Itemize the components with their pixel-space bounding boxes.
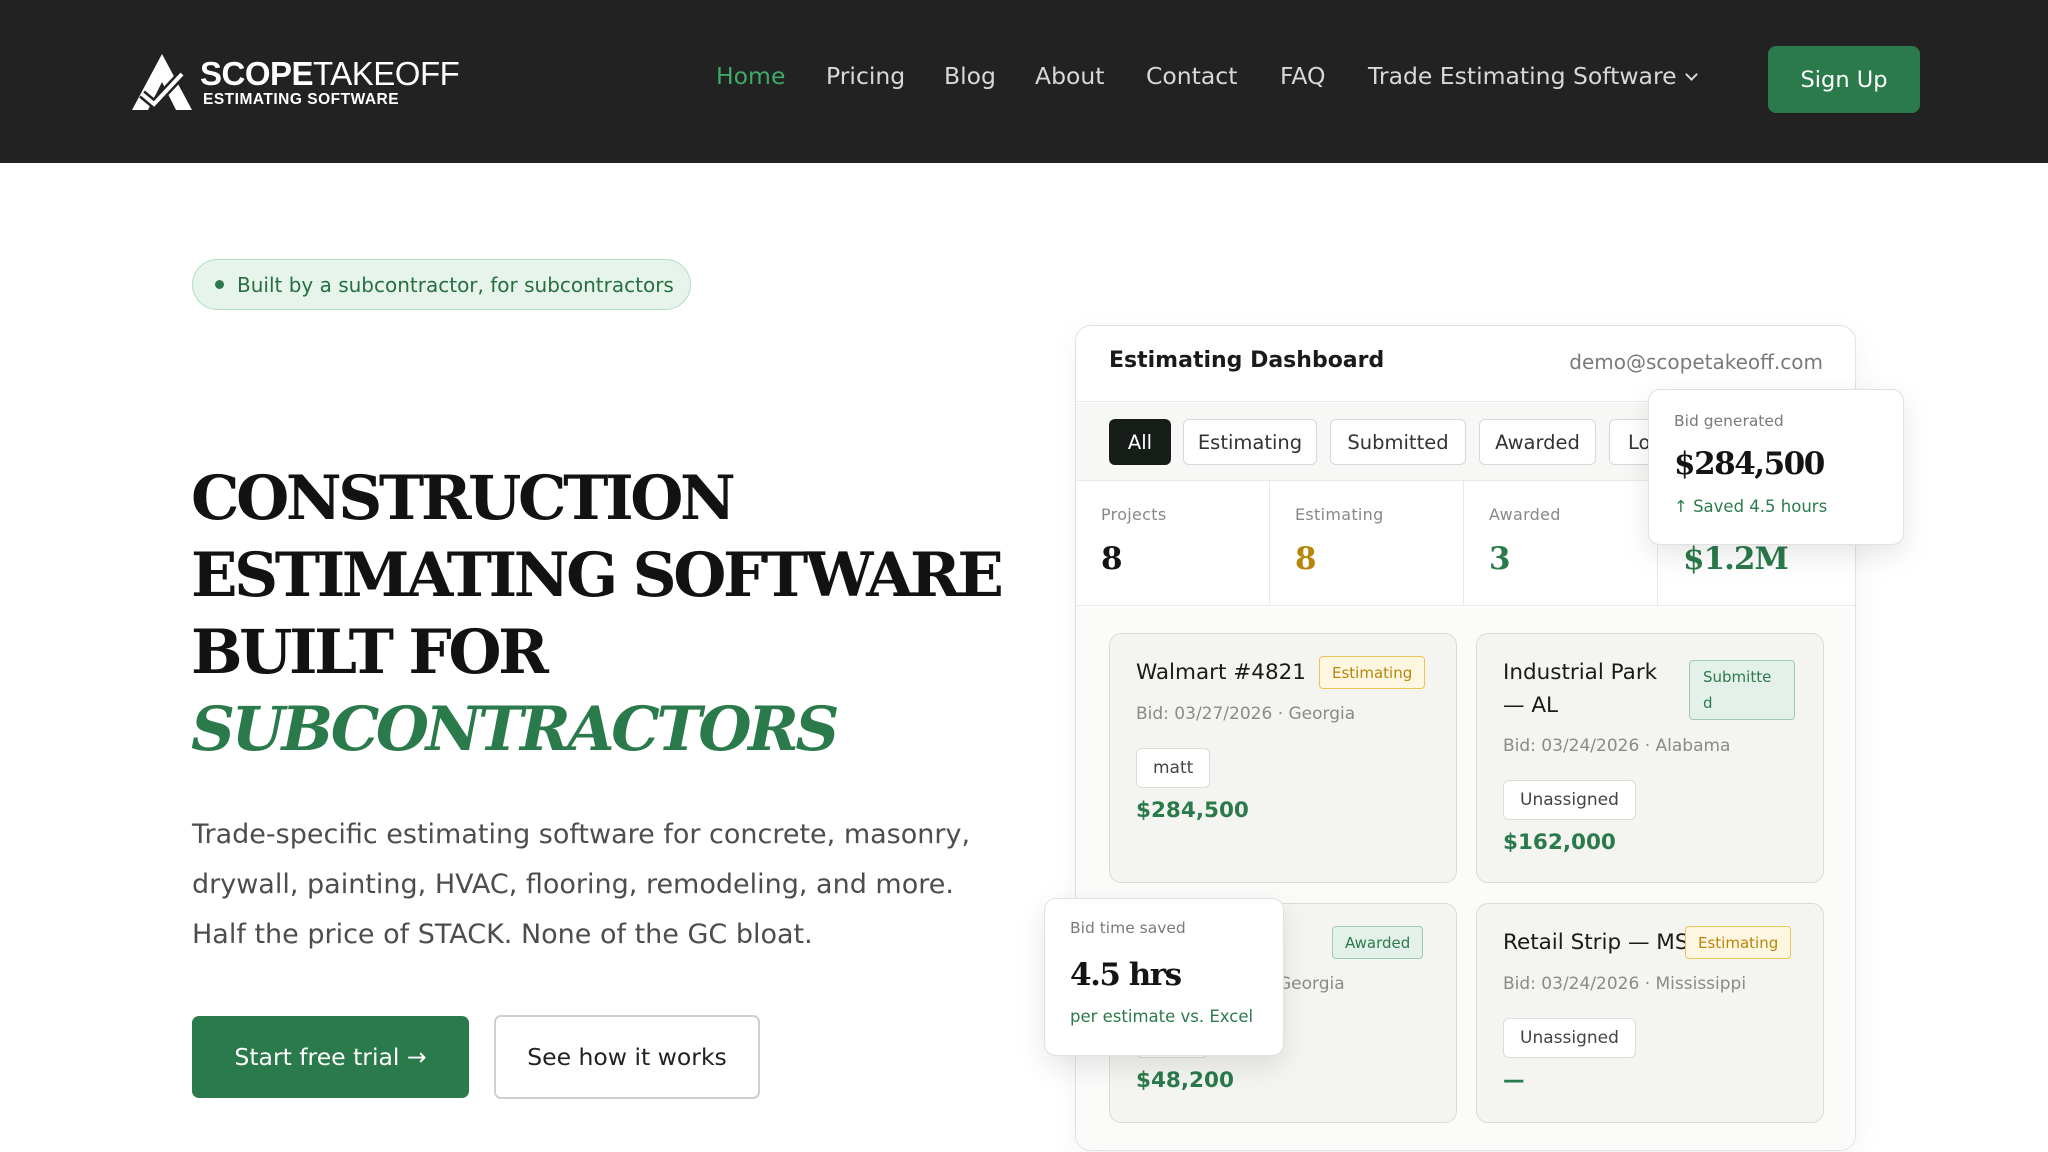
logo-word-light: TAKEOFF	[313, 54, 460, 92]
assignee-chip[interactable]: Unassigned	[1503, 1018, 1636, 1058]
stat-label: Projects	[1101, 505, 1167, 524]
dashboard-title: Estimating Dashboard	[1109, 348, 1385, 373]
project-meta: Bid: 03/24/2026 · Mississippi	[1503, 974, 1747, 994]
project-meta: Bid: 03/24/2026 · Alabama	[1503, 736, 1731, 756]
tab-awarded[interactable]: Awarded	[1479, 419, 1596, 465]
nav-link-home[interactable]: Home	[716, 62, 785, 90]
stat-value: 8	[1295, 541, 1317, 577]
nav-link-pricing[interactable]: Pricing	[826, 62, 905, 90]
nav-link-faq[interactable]: FAQ	[1280, 62, 1326, 90]
project-amount: —	[1503, 1068, 1525, 1093]
project-name: Retail Strip — MS	[1503, 930, 1689, 955]
tagline-pill: Built by a subcontractor, for subcontrac…	[192, 259, 691, 310]
nav-link-blog[interactable]: Blog	[944, 62, 996, 90]
tooltip-note: ↑ Saved 4.5 hours	[1674, 497, 1828, 516]
project-amount: $284,500	[1136, 798, 1249, 823]
headline-line-3: BUILT FOR	[191, 617, 549, 688]
hero-headline: CONSTRUCTION ESTIMATING SOFTWARE BUILT F…	[191, 460, 1004, 768]
project-grid: Walmart #4821 Estimating Bid: 03/27/2026…	[1076, 607, 1855, 1150]
subcopy-line: Trade-specific estimating software for c…	[192, 819, 971, 850]
project-name: Walmart #4821	[1136, 660, 1306, 685]
project-amount: $48,200	[1136, 1068, 1234, 1093]
tooltip-label: Bid time saved	[1070, 919, 1186, 937]
logo[interactable]: SCOPETAKEOFF ESTIMATING SOFTWARE	[128, 50, 460, 114]
tab-estimating[interactable]: Estimating	[1183, 419, 1317, 465]
dashboard-email: demo@scopetakeoff.com	[1569, 350, 1823, 374]
status-badge: Estimating	[1319, 656, 1426, 689]
chevron-down-icon	[1684, 68, 1698, 81]
logo-tagline: ESTIMATING SOFTWARE	[203, 90, 400, 108]
stat-value: $1.2M	[1683, 541, 1789, 577]
subcopy-line: drywall, painting, HVAC, flooring, remod…	[192, 869, 954, 900]
stat-projects: Projects 8	[1076, 481, 1270, 606]
nav-link-about[interactable]: About	[1035, 62, 1104, 90]
project-card[interactable]: Industrial Park — AL Submitte d Bid: 03/…	[1476, 633, 1824, 883]
headline-accent: SUBCONTRACTORS	[191, 694, 839, 765]
tooltip-value: $284,500	[1674, 446, 1825, 482]
stat-estimating: Estimating 8	[1270, 481, 1464, 606]
stat-value: 8	[1101, 541, 1123, 577]
status-badge: Submitte d	[1689, 660, 1795, 720]
project-amount: $162,000	[1503, 830, 1616, 855]
project-card[interactable]: Walmart #4821 Estimating Bid: 03/27/2026…	[1109, 633, 1457, 883]
tooltip-label: Bid generated	[1674, 412, 1784, 430]
status-badge: Estimating	[1685, 926, 1792, 959]
tab-submitted[interactable]: Submitted	[1330, 419, 1466, 465]
stat-label: Estimating	[1295, 505, 1384, 524]
nav-link-contact[interactable]: Contact	[1146, 62, 1237, 90]
project-name: Industrial Park — AL	[1503, 660, 1658, 718]
signup-button[interactable]: Sign Up	[1768, 46, 1920, 113]
start-free-trial-button[interactable]: Start free trial →	[192, 1016, 469, 1098]
headline-line-2: ESTIMATING SOFTWARE	[191, 540, 1004, 611]
project-card[interactable]: Retail Strip — MS Estimating Bid: 03/24/…	[1476, 903, 1824, 1123]
arrow-up-icon: ↑	[1674, 497, 1694, 516]
tooltip-value: 4.5 hrs	[1070, 957, 1182, 993]
bid-time-tooltip: Bid time saved 4.5 hrs per estimate vs. …	[1044, 898, 1284, 1056]
headline-line-1: CONSTRUCTION	[191, 463, 736, 534]
project-meta: Georgia	[1278, 974, 1345, 994]
nav-dropdown-label: Trade Estimating Software	[1368, 62, 1677, 90]
nav-dropdown-trade-software[interactable]: Trade Estimating Software	[1368, 62, 1698, 90]
logo-mark-icon	[132, 54, 192, 111]
logo-wordmark: SCOPETAKEOFF ESTIMATING SOFTWARE	[200, 54, 460, 108]
see-how-it-works-button[interactable]: See how it works	[494, 1015, 760, 1099]
stat-awarded: Awarded 3	[1464, 481, 1658, 606]
status-badge: Awarded	[1332, 926, 1424, 959]
top-navbar: SCOPETAKEOFF ESTIMATING SOFTWARE Home Pr…	[0, 0, 2048, 163]
bid-generated-tooltip: Bid generated $284,500 ↑ Saved 4.5 hours	[1648, 389, 1904, 545]
stat-value: 3	[1489, 541, 1511, 577]
hero-subcopy: Trade-specific estimating software for c…	[192, 810, 982, 960]
tab-all[interactable]: All	[1109, 419, 1171, 465]
logo-word-bold: SCOPE	[200, 54, 314, 92]
pill-dot-icon	[215, 280, 224, 289]
project-meta: Bid: 03/27/2026 · Georgia	[1136, 704, 1356, 724]
pill-text: Built by a subcontractor, for subcontrac…	[237, 272, 674, 297]
assignee-chip[interactable]: matt	[1136, 748, 1211, 788]
tooltip-note: per estimate vs. Excel	[1070, 1007, 1254, 1026]
subcopy-line: Half the price of STACK. None of the GC …	[192, 919, 813, 950]
assignee-chip[interactable]: Unassigned	[1503, 780, 1636, 820]
stat-label: Awarded	[1489, 505, 1561, 524]
